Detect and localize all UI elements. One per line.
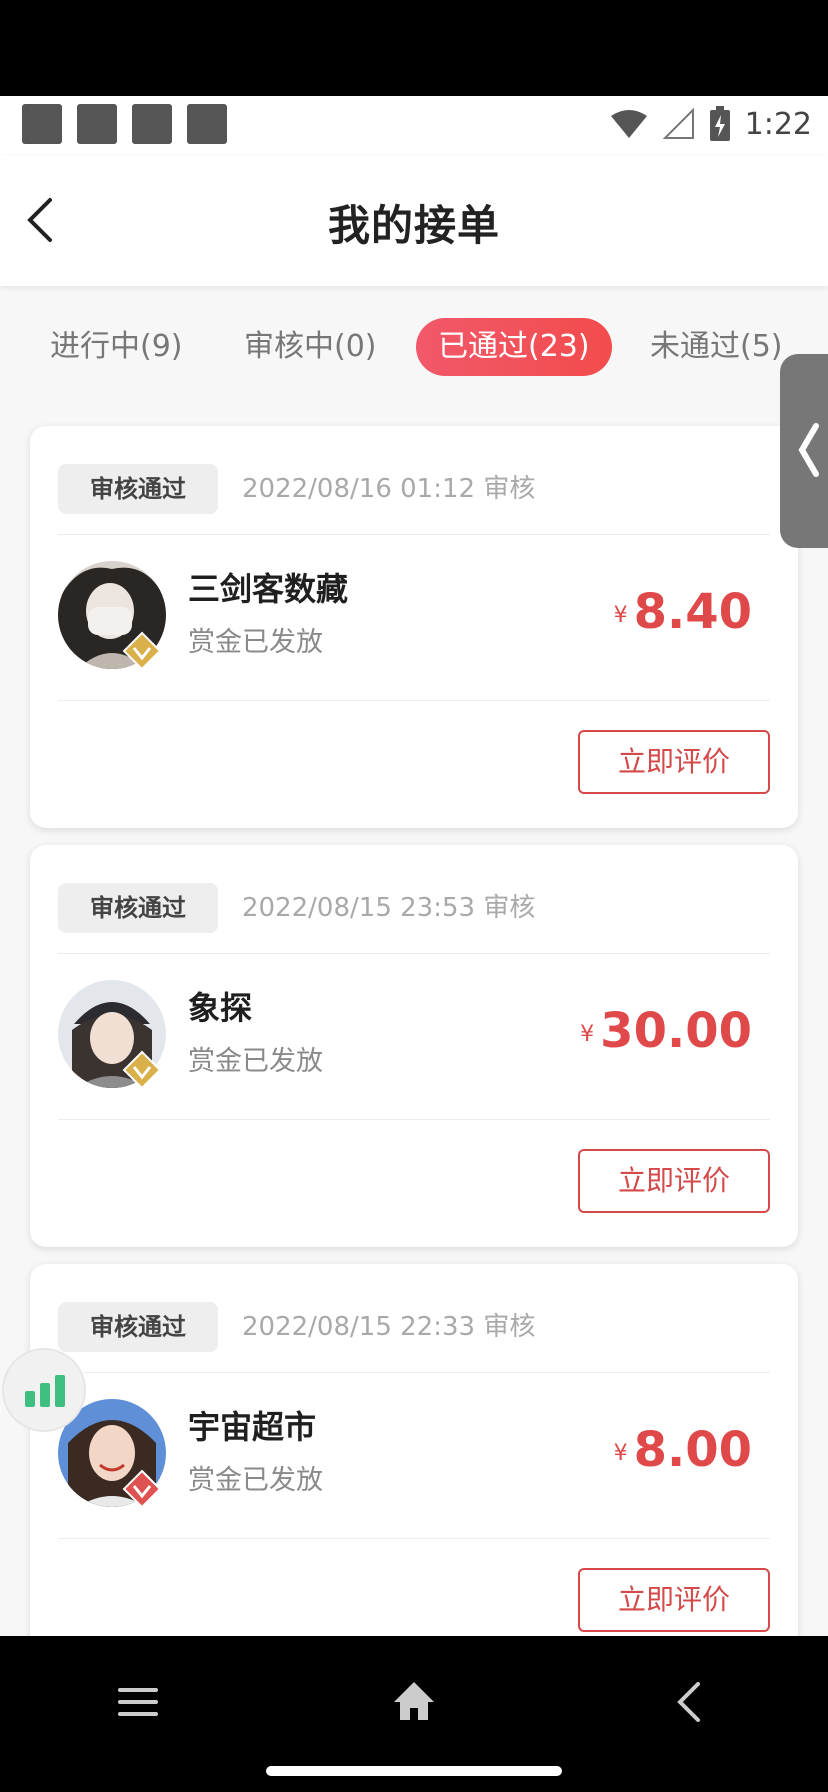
currency-symbol: ¥: [613, 603, 628, 628]
chevron-left-icon: [798, 423, 819, 477]
vip-diamond-icon: [122, 1050, 162, 1090]
divider: [58, 700, 770, 701]
currency-symbol: ¥: [613, 1441, 628, 1466]
system-navigation-bar: [0, 1636, 828, 1792]
home-icon[interactable]: [386, 1674, 442, 1730]
page-header: 我的接单: [0, 156, 828, 286]
notification-square-icon: [132, 104, 172, 144]
order-card: 审核通过 2022/08/15 22:33 审核 宇宙超市 赏金已发放 ¥8.0…: [30, 1264, 798, 1636]
task-name: 三剑客数藏: [188, 570, 349, 608]
review-timestamp: 2022/08/15 22:33 审核: [242, 1312, 536, 1342]
bar-chart-icon: [25, 1375, 65, 1407]
amount-value: 8.00: [633, 1422, 752, 1478]
wifi-icon: [610, 110, 647, 138]
notification-square-icon: [77, 104, 117, 144]
page-title: 我的接单: [327, 201, 500, 250]
floating-stats-button[interactable]: [2, 1348, 86, 1432]
tab-rejected[interactable]: 未通过(5): [628, 318, 805, 376]
side-panel-handle[interactable]: [780, 354, 828, 548]
vip-diamond-icon: [122, 1469, 162, 1509]
order-card: 审核通过 2022/08/16 01:12 审核 三剑客数藏 赏金已发放 ¥8.…: [30, 426, 798, 828]
amount-value: 30.00: [600, 1003, 752, 1059]
signal-icon: [662, 108, 694, 139]
status-badge: 审核通过: [58, 1302, 218, 1352]
order-card: 审核通过 2022/08/15 23:53 审核 象探 赏金已发放 ¥30.00…: [30, 845, 798, 1247]
review-timestamp: 2022/08/15 23:53 审核: [242, 893, 536, 923]
divider: [58, 1119, 770, 1120]
rate-now-button[interactable]: 立即评价: [578, 1149, 770, 1213]
task-name: 象探: [188, 989, 253, 1027]
divider: [58, 534, 770, 535]
currency-symbol: ¥: [580, 1022, 595, 1047]
reward-amount: ¥8.40: [614, 584, 752, 640]
app-screen: 1:22 我的接单 进行中(9) 审核中(0) 已通过(23) 未通过(5) 审…: [0, 96, 828, 1636]
rate-now-button[interactable]: 立即评价: [578, 1568, 770, 1632]
menu-icon[interactable]: [110, 1674, 166, 1730]
vip-diamond-icon: [122, 631, 162, 671]
tab-bar: 进行中(9) 审核中(0) 已通过(23) 未通过(5): [0, 318, 828, 378]
tab-in-progress[interactable]: 进行中(9): [28, 318, 205, 376]
reward-status: 赏金已发放: [188, 1465, 323, 1496]
divider: [58, 953, 770, 954]
reward-status: 赏金已发放: [188, 1046, 323, 1077]
home-indicator[interactable]: [266, 1766, 562, 1776]
rate-now-button[interactable]: 立即评价: [578, 730, 770, 794]
reward-amount: ¥30.00: [580, 1003, 752, 1059]
battery-icon: [709, 106, 730, 141]
status-badge: 审核通过: [58, 883, 218, 933]
review-timestamp: 2022/08/16 01:12 审核: [242, 474, 536, 504]
task-name: 宇宙超市: [188, 1408, 317, 1446]
tab-under-review[interactable]: 审核中(0): [222, 318, 399, 376]
notification-square-icon: [187, 104, 227, 144]
reward-amount: ¥8.00: [614, 1422, 752, 1478]
reward-status: 赏金已发放: [188, 627, 323, 658]
status-badge: 审核通过: [58, 464, 218, 514]
tab-approved[interactable]: 已通过(23): [416, 318, 612, 376]
status-bar: 1:22: [0, 96, 828, 156]
notification-square-icon: [22, 104, 62, 144]
divider: [58, 1538, 770, 1539]
status-time: 1:22: [744, 106, 812, 142]
back-icon[interactable]: [662, 1674, 718, 1730]
divider: [58, 1372, 770, 1373]
amount-value: 8.40: [633, 584, 752, 640]
